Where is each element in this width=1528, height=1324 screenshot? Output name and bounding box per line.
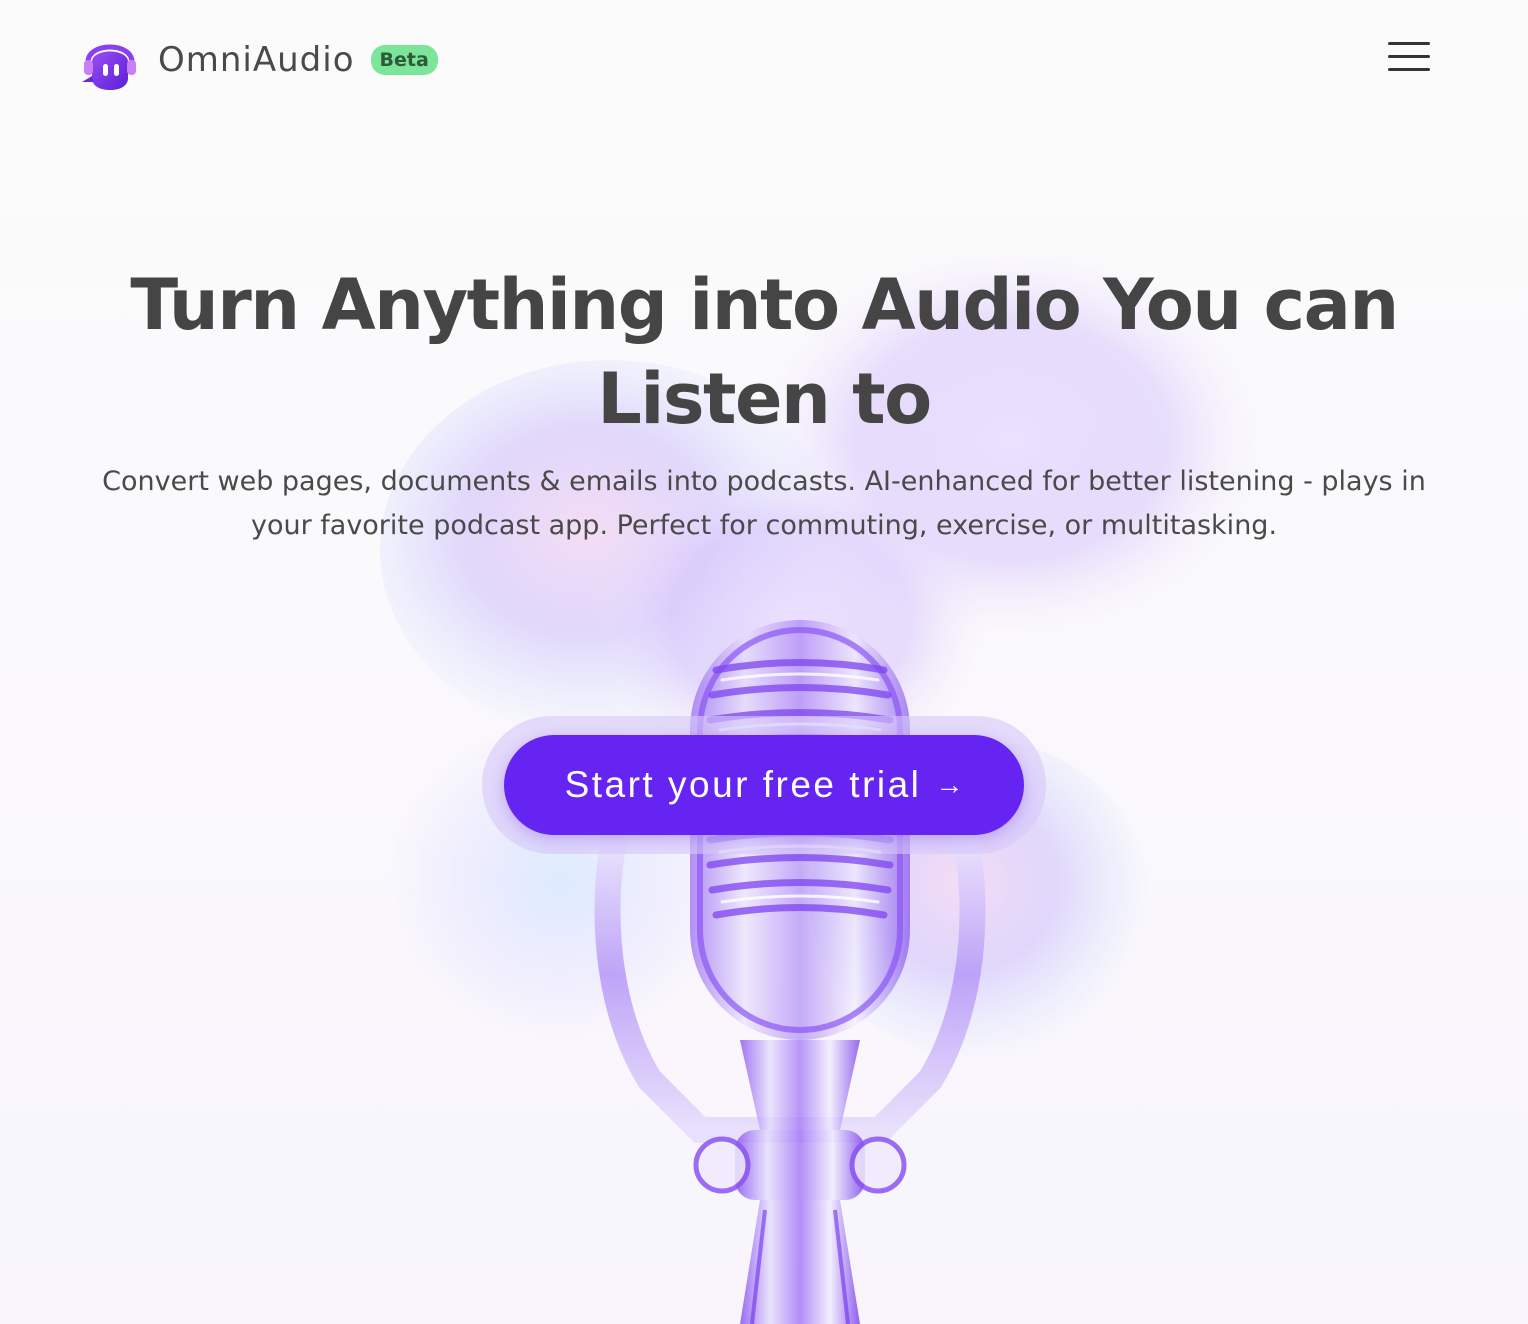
hero-title: Turn Anything into Audio You can Listen …: [130, 264, 1399, 440]
hero-subtitle: Convert web pages, documents & emails in…: [102, 466, 1426, 541]
brand-logo-icon: [82, 44, 136, 90]
menu-button[interactable]: [1388, 40, 1430, 74]
arrow-right-icon: →: [935, 769, 964, 800]
brand[interactable]: OmniAudio Beta: [78, 28, 438, 92]
hero-section: Turn Anything into Audio You can Listen …: [0, 120, 1528, 1324]
brand-name: OmniAudio: [158, 40, 355, 80]
beta-badge: Beta: [370, 45, 438, 75]
start-free-trial-button[interactable]: Start your free trial →: [504, 735, 1024, 835]
cta-label: Start your free trial: [564, 764, 922, 805]
site-header: OmniAudio Beta: [0, 0, 1528, 120]
